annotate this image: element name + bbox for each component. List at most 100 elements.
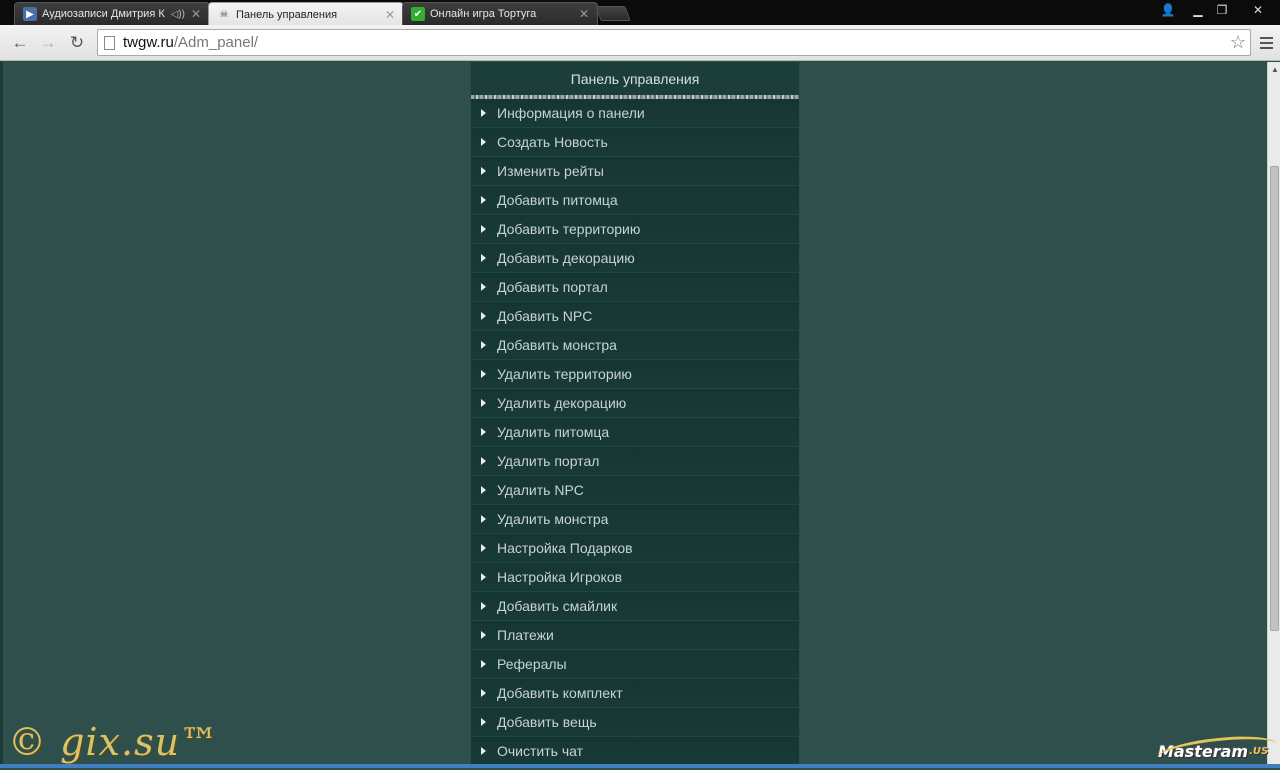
watermark-gix: © gix.su™ [8, 720, 220, 764]
menu-item-label: Информация о панели [497, 105, 645, 121]
menu-item-label: Изменить рейты [497, 163, 604, 179]
menu-item[interactable]: Удалить NPC [471, 476, 799, 505]
restore-icon[interactable]: ❐ [1208, 0, 1236, 19]
bullet-arrow-icon [481, 631, 487, 639]
checkbox-green-icon: ✔ [411, 7, 425, 21]
tab-title: Панель управления [236, 8, 338, 21]
bullet-arrow-icon [481, 602, 487, 610]
menu-item-label: Добавить питомца [497, 192, 618, 208]
close-icon[interactable]: ✕ [1236, 0, 1280, 19]
close-icon[interactable]: ✕ [383, 8, 397, 22]
back-icon[interactable]: ← [8, 31, 32, 55]
menu-item-label: Добавить NPC [497, 308, 593, 324]
forward-icon[interactable]: → [36, 31, 60, 55]
menu-item[interactable]: Очистить чат [471, 737, 799, 764]
panel-menu: Информация о панели Создать Новость Измени… [471, 99, 799, 764]
menu-item[interactable]: Добавить монстра [471, 331, 799, 360]
menu-item-label: Добавить портал [497, 279, 608, 295]
tab-control-panel[interactable]: ☠ Панель управления ✕ [208, 2, 404, 26]
bullet-arrow-icon [481, 747, 487, 755]
menu-item-label: Удалить декорацию [497, 395, 627, 411]
menu-item[interactable]: Добавить вещь [471, 708, 799, 737]
bullet-arrow-icon [481, 457, 487, 465]
bullet-arrow-icon [481, 486, 487, 494]
bullet-arrow-icon [481, 515, 487, 523]
tab-tortuga-game[interactable]: ✔ Онлайн игра Тортуга ✕ [402, 2, 598, 25]
bullet-arrow-icon [481, 225, 487, 233]
menu-item-label: Добавить декорацию [497, 250, 635, 266]
menu-item-label: Удалить территорию [497, 366, 632, 382]
bookmark-star-icon[interactable]: ☆ [1230, 32, 1246, 53]
menu-item-label: Платежи [497, 627, 554, 643]
page-icon [104, 35, 115, 50]
bullet-arrow-icon [481, 312, 487, 320]
speaker-icon[interactable]: ◁)) [171, 9, 185, 20]
menu-item[interactable]: Удалить декорацию [471, 389, 799, 418]
bullet-arrow-icon [481, 573, 487, 581]
menu-item[interactable]: Добавить питомца [471, 186, 799, 215]
page-viewport: Панель управления Информация о панели Соз… [0, 62, 1267, 764]
bullet-arrow-icon [481, 196, 487, 204]
menu-item[interactable]: Добавить декорацию [471, 244, 799, 273]
menu-item[interactable]: Настройка Игроков [471, 563, 799, 592]
menu-item-label: Рефералы [497, 656, 567, 672]
tab-audio[interactable]: ▶ Аудиозаписи Дмитрия К ◁)) ✕ [14, 2, 210, 25]
user-icon[interactable]: 👤 [1154, 0, 1182, 19]
address-bar[interactable]: twgw.ru/Adm_panel/ ☆ [97, 29, 1251, 56]
scroll-up-icon[interactable]: ▲ [1271, 65, 1279, 74]
pirate-icon: ☠ [219, 9, 229, 20]
bullet-arrow-icon [481, 399, 487, 407]
menu-item[interactable]: Платежи [471, 621, 799, 650]
menu-item[interactable]: Удалить монстра [471, 505, 799, 534]
vertical-scrollbar[interactable]: ▲ [1267, 62, 1280, 764]
menu-item[interactable]: Удалить территорию [471, 360, 799, 389]
url-path: /Adm_panel/ [173, 34, 259, 51]
menu-item-label: Настройка Подарков [497, 540, 633, 556]
taskbar-edge [0, 764, 1280, 768]
menu-item[interactable]: Настройка Подарков [471, 534, 799, 563]
menu-item-label: Настройка Игроков [497, 569, 623, 585]
menu-item[interactable]: Рефералы [471, 650, 799, 679]
bullet-arrow-icon [481, 689, 487, 697]
panel-title: Панель управления [471, 62, 799, 95]
vk-audio-icon: ▶ [23, 7, 37, 21]
menu-item[interactable]: Добавить комплект [471, 679, 799, 708]
menu-item-label: Добавить смайлик [497, 598, 618, 614]
close-icon[interactable]: ✕ [189, 7, 203, 21]
bullet-arrow-icon [481, 254, 487, 262]
menu-item-label: Удалить NPC [497, 482, 584, 498]
menu-item[interactable]: Добавить NPC [471, 302, 799, 331]
tab-title: Аудиозаписи Дмитрия К [42, 8, 165, 20]
menu-item[interactable]: Изменить рейты [471, 157, 799, 186]
menu-item[interactable]: Создать Новость [471, 128, 799, 157]
menu-item[interactable]: Информация о панели [471, 99, 799, 128]
bullet-arrow-icon [481, 660, 487, 668]
bullet-arrow-icon [481, 428, 487, 436]
reload-icon[interactable]: ↻ [65, 31, 89, 55]
bullet-arrow-icon [481, 718, 487, 726]
menu-icon[interactable] [1256, 33, 1276, 53]
menu-item-label: Удалить монстра [497, 511, 609, 527]
bullet-arrow-icon [481, 283, 487, 291]
bullet-arrow-icon [481, 341, 487, 349]
menu-item-label: Удалить питомца [497, 424, 610, 440]
watermark-masteram: Masteram .US [1156, 731, 1280, 770]
menu-item[interactable]: Удалить питомца [471, 418, 799, 447]
admin-panel: Панель управления Информация о панели Соз… [470, 62, 800, 764]
menu-item-label: Удалить портал [497, 453, 600, 469]
browser-toolbar: ← → ↻ twgw.ru/Adm_panel/ ☆ [0, 25, 1280, 61]
bullet-arrow-icon [481, 167, 487, 175]
menu-item-label: Создать Новость [497, 134, 608, 150]
bullet-arrow-icon [481, 544, 487, 552]
close-icon[interactable]: ✕ [577, 7, 591, 21]
bullet-arrow-icon [481, 138, 487, 146]
menu-item[interactable]: Удалить портал [471, 447, 799, 476]
bullet-arrow-icon [481, 370, 487, 378]
menu-item[interactable]: Добавить смайлик [471, 592, 799, 621]
scrollbar-thumb[interactable] [1270, 166, 1279, 631]
url-host: twgw.ru [123, 34, 174, 51]
menu-item[interactable]: Добавить портал [471, 273, 799, 302]
new-tab-button[interactable] [595, 6, 631, 21]
browser-tab-strip: ▶ Аудиозаписи Дмитрия К ◁)) ✕ ☠ Панель у… [0, 0, 1280, 26]
menu-item[interactable]: Добавить территорию [471, 215, 799, 244]
